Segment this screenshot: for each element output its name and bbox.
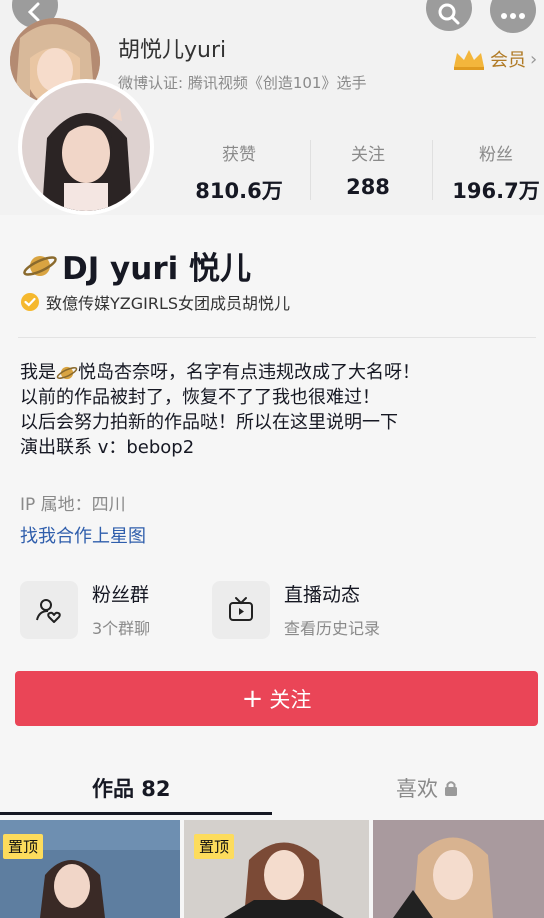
- stat-followers[interactable]: 粉丝 196.7万: [450, 140, 542, 205]
- live-tv-icon: [229, 596, 253, 621]
- vip-label: 会员: [490, 50, 526, 71]
- divider: [18, 337, 536, 338]
- feature-subtitle: 查看历史记录: [284, 619, 381, 638]
- feature-title: 直播动态: [284, 584, 361, 606]
- video-thumbnail-image: [373, 820, 544, 918]
- profile-name: DJ yuri 悦儿: [62, 251, 252, 287]
- tab-likes[interactable]: 喜欢: [396, 773, 458, 803]
- verification-row: 致億传媒YZGIRLS女团成员胡悦儿: [20, 290, 290, 314]
- live-history-entry[interactable]: 直播动态 查看历史记录: [212, 580, 380, 639]
- feature-title: 粉丝群: [92, 584, 150, 606]
- more-icon: [501, 13, 525, 19]
- video-thumbnail[interactable]: [373, 820, 544, 918]
- pinned-badge: 置顶: [3, 834, 44, 859]
- active-tab-indicator: [0, 812, 272, 815]
- stat-divider: [310, 140, 311, 200]
- planet-icon: [23, 255, 57, 276]
- verification-text: 致億传媒YZGIRLS女团成员胡悦儿: [46, 294, 291, 313]
- stat-label: 获赞: [222, 145, 256, 165]
- follow-button[interactable]: + 关注: [15, 671, 538, 726]
- ip-location: IP 属地：四川: [20, 495, 126, 515]
- verified-icon: [21, 293, 39, 311]
- plus-icon: +: [241, 683, 264, 714]
- stat-label: 粉丝: [479, 145, 513, 165]
- feature-subtitle: 3个群聊: [92, 619, 151, 638]
- bio-line: 我是 悦岛杏奈呀，名字有点违规改成了大名呀！: [20, 362, 420, 383]
- planet-icon: [56, 366, 78, 379]
- stat-following[interactable]: 关注 288: [330, 140, 406, 199]
- header-mini-name: 胡悦儿yuri: [118, 38, 227, 63]
- tab-label: 作品 82: [92, 777, 171, 801]
- follow-label: 关注: [269, 687, 312, 712]
- vip-entry[interactable]: 会员 ›: [452, 46, 537, 72]
- search-icon: [438, 3, 460, 25]
- stat-value: 288: [346, 175, 390, 199]
- stat-label: 关注: [351, 145, 385, 165]
- profile-name-row: DJ yuri 悦儿: [22, 243, 251, 288]
- video-thumbnail[interactable]: 置顶: [0, 820, 180, 918]
- stat-value: 196.7万: [452, 179, 540, 203]
- fan-group-icon-box: [20, 580, 78, 639]
- header-mini-subtitle: 微博认证: 腾讯视频《创造101》选手: [118, 74, 367, 92]
- vip-chevron: ›: [530, 48, 538, 70]
- lock-icon: [445, 781, 457, 796]
- tab-works[interactable]: 作品 82: [92, 773, 171, 803]
- bio-line: 以后会努力拍新的作品哒！所以在这里说明一下: [20, 412, 398, 433]
- stat-value: 810.6万: [195, 179, 283, 203]
- profile-bio: 我是 悦岛杏奈呀，名字有点违规改成了大名呀！ 以前的作品被封了，恢复不了了我也很…: [20, 360, 420, 460]
- bio-line: 以前的作品被封了，恢复不了了我也很难过！: [20, 387, 380, 408]
- bio-line: 演出联系 v：bebop2: [20, 437, 195, 458]
- video-thumbnail[interactable]: 置顶: [184, 820, 369, 918]
- stat-likes[interactable]: 获赞 810.6万: [195, 140, 283, 205]
- fan-group-entry[interactable]: 粉丝群 3个群聊: [20, 580, 150, 639]
- pinned-badge: 置顶: [194, 834, 235, 859]
- tab-label: 喜欢: [396, 777, 438, 801]
- fan-group-icon: [36, 598, 61, 623]
- crown-icon: [454, 50, 484, 70]
- profile-avatar[interactable]: [22, 83, 150, 211]
- stat-divider: [432, 140, 433, 200]
- live-tv-icon-box: [212, 580, 270, 639]
- star-map-link[interactable]: 找我合作上星图: [20, 522, 146, 548]
